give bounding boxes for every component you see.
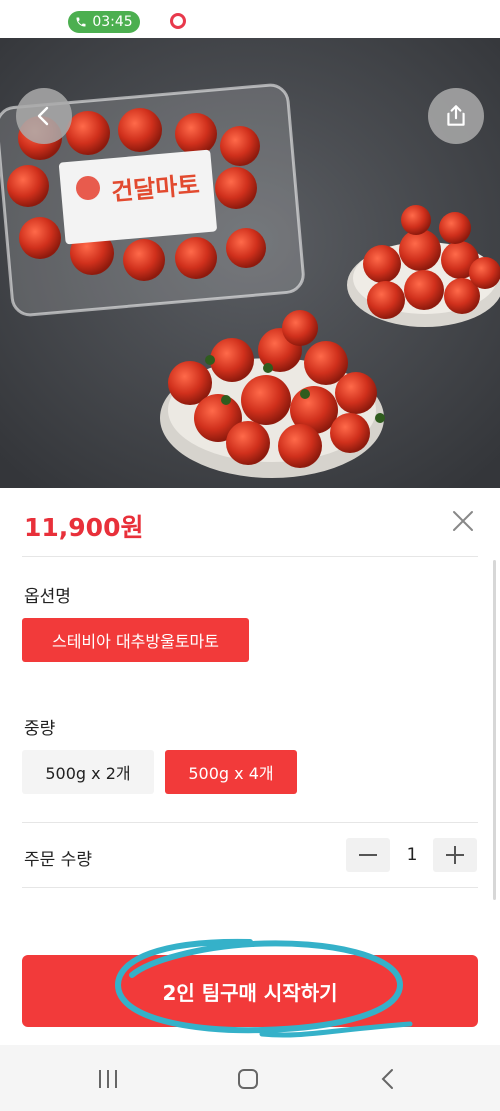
share-button[interactable] — [428, 88, 484, 144]
minus-icon — [359, 854, 377, 856]
ongoing-call-indicator[interactable]: 03:45 — [68, 11, 140, 33]
product-price: 11,900원 — [24, 513, 144, 542]
home-button[interactable] — [228, 1059, 268, 1099]
quantity-decrease-button[interactable] — [346, 838, 390, 872]
divider — [22, 822, 478, 823]
chevron-left-icon — [37, 106, 49, 126]
weight-option-4pack[interactable]: 500g x 4개 — [165, 750, 297, 794]
recent-apps-button[interactable] — [88, 1059, 128, 1099]
price-row: 11,900원 — [0, 488, 500, 556]
divider — [22, 887, 478, 888]
divider — [22, 556, 478, 557]
close-icon — [453, 511, 473, 531]
back-button[interactable] — [16, 88, 72, 144]
weight-option-2pack[interactable]: 500g x 2개 — [22, 750, 154, 794]
weight-label: 중량 — [24, 719, 56, 739]
option-name-label: 옵션명 — [24, 587, 71, 607]
quantity-value: 1 — [406, 845, 418, 865]
option-name-chip[interactable]: 스테비아 대추방울토마토 — [22, 618, 249, 662]
product-image: 건달마토 — [0, 38, 500, 488]
system-back-button[interactable] — [368, 1059, 408, 1099]
back-arrow-icon — [381, 1069, 393, 1089]
system-navigation-bar — [0, 1045, 500, 1111]
plus-icon — [446, 846, 464, 864]
recent-apps-icon — [99, 1070, 117, 1088]
call-time: 03:45 — [92, 14, 133, 30]
quantity-increase-button[interactable] — [433, 838, 477, 872]
status-bar: 03:45 — [0, 0, 500, 38]
phone-icon — [76, 17, 86, 27]
quantity-label: 주문 수량 — [24, 850, 92, 870]
start-team-purchase-button[interactable]: 2인 팀구매 시작하기 — [22, 955, 478, 1027]
notification-app-icon — [170, 13, 186, 29]
scrollbar-thumb[interactable] — [493, 560, 496, 900]
close-button[interactable] — [448, 506, 478, 536]
share-icon — [447, 105, 465, 126]
product-photo: 건달마토 — [0, 38, 500, 488]
home-icon — [238, 1069, 258, 1089]
